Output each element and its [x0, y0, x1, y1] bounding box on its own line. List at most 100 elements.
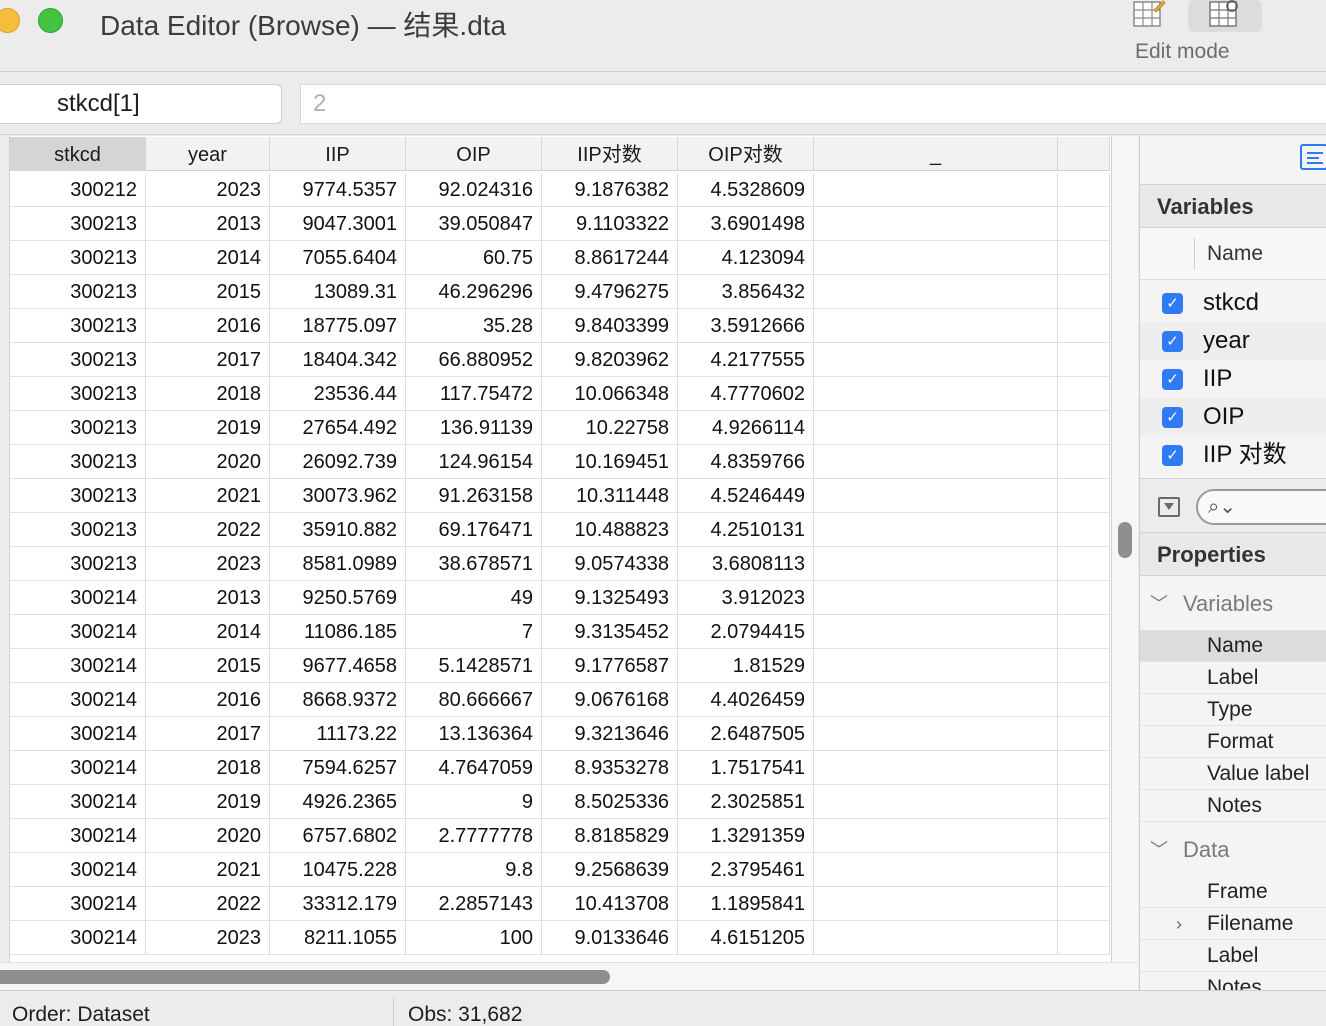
table-cell[interactable]: 9.3135452 — [542, 615, 678, 649]
table-cell[interactable] — [1058, 411, 1110, 445]
table-cell[interactable]: 18404.342 — [270, 343, 406, 377]
table-cell[interactable]: 49 — [406, 581, 542, 615]
table-row[interactable]: 300213 2020 26092.739 124.96154 10.169451 4.8… — [10, 445, 1110, 479]
variable-row[interactable]: ✓ IIP 对数 — [1140, 436, 1326, 474]
table-cell[interactable]: 300213 — [10, 479, 146, 513]
table-cell[interactable]: 300214 — [10, 921, 146, 955]
table-cell[interactable]: 38.678571 — [406, 547, 542, 581]
table-cell[interactable] — [1058, 615, 1110, 649]
table-row[interactable]: 300213 2023 8581.0989 38.678571 9.0574338 3.6… — [10, 547, 1110, 581]
table-cell[interactable] — [814, 377, 1058, 411]
table-cell[interactable] — [814, 343, 1058, 377]
table-cell[interactable] — [1058, 309, 1110, 343]
table-cell[interactable]: 3.856432 — [678, 275, 814, 309]
table-row[interactable]: 300214 2021 10475.228 9.8 9.2568639 2.3795461 — [10, 853, 1110, 887]
table-cell[interactable]: 300214 — [10, 717, 146, 751]
table-row[interactable]: 300213 2019 27654.492 136.91139 10.22758 4.92… — [10, 411, 1110, 445]
table-cell[interactable]: 7055.6404 — [270, 241, 406, 275]
table-cell[interactable]: 35.28 — [406, 309, 542, 343]
table-cell[interactable]: 4.5246449 — [678, 479, 814, 513]
table-cell[interactable]: 2013 — [146, 581, 270, 615]
table-cell[interactable]: 2.3025851 — [678, 785, 814, 819]
variable-visible-checkbox[interactable]: ✓ — [1162, 445, 1183, 466]
table-cell[interactable]: 60.75 — [406, 241, 542, 275]
table-cell[interactable]: 91.263158 — [406, 479, 542, 513]
table-cell[interactable]: 300213 — [10, 411, 146, 445]
table-cell[interactable]: 2019 — [146, 785, 270, 819]
column-header-empty[interactable] — [1058, 137, 1110, 171]
table-cell[interactable]: 300214 — [10, 683, 146, 717]
table-cell[interactable] — [814, 173, 1058, 207]
table-cell[interactable]: 8581.0989 — [270, 547, 406, 581]
table-cell[interactable]: 9.3213646 — [542, 717, 678, 751]
table-cell[interactable]: 69.176471 — [406, 513, 542, 547]
table-cell[interactable] — [1058, 377, 1110, 411]
table-cell[interactable]: 9250.5769 — [270, 581, 406, 615]
table-cell[interactable] — [1058, 717, 1110, 751]
variable-row[interactable]: ✓ IIP — [1140, 360, 1326, 398]
table-cell[interactable]: 10.413708 — [542, 887, 678, 921]
table-cell[interactable]: 7 — [406, 615, 542, 649]
table-cell[interactable]: 1.81529 — [678, 649, 814, 683]
column-header-oip[interactable]: OIP — [406, 137, 542, 171]
table-cell[interactable]: 4926.2365 — [270, 785, 406, 819]
table-cell[interactable]: 9774.5357 — [270, 173, 406, 207]
property-item[interactable]: Format — [1140, 726, 1326, 758]
table-cell[interactable]: 9.1876382 — [542, 173, 678, 207]
table-cell[interactable]: 9.1103322 — [542, 207, 678, 241]
table-cell[interactable]: 4.7647059 — [406, 751, 542, 785]
table-cell[interactable]: 8.9353278 — [542, 751, 678, 785]
table-cell[interactable]: 300213 — [10, 377, 146, 411]
table-cell[interactable]: 2017 — [146, 343, 270, 377]
table-cell[interactable]: 300214 — [10, 785, 146, 819]
filter-icon[interactable] — [1158, 497, 1180, 517]
table-cell[interactable] — [1058, 785, 1110, 819]
table-cell[interactable]: 2018 — [146, 751, 270, 785]
minimize-button[interactable] — [0, 8, 20, 33]
table-cell[interactable] — [814, 479, 1058, 513]
table-cell[interactable] — [814, 921, 1058, 955]
column-header-year[interactable]: year — [146, 137, 270, 171]
table-cell[interactable]: 9 — [406, 785, 542, 819]
table-cell[interactable]: 300214 — [10, 615, 146, 649]
table-cell[interactable] — [814, 275, 1058, 309]
table-cell[interactable]: 46.296296 — [406, 275, 542, 309]
table-cell[interactable]: 2.6487505 — [678, 717, 814, 751]
table-cell[interactable]: 27654.492 — [270, 411, 406, 445]
table-cell[interactable] — [1058, 207, 1110, 241]
table-row[interactable]: 300213 2016 18775.097 35.28 9.8403399 3.59126… — [10, 309, 1110, 343]
table-cell[interactable]: 80.666667 — [406, 683, 542, 717]
table-row[interactable]: 300214 2017 11173.22 13.136364 9.3213646 2.64… — [10, 717, 1110, 751]
table-cell[interactable]: 9.8203962 — [542, 343, 678, 377]
table-cell[interactable] — [814, 819, 1058, 853]
table-cell[interactable]: 1.3291359 — [678, 819, 814, 853]
table-cell[interactable]: 33312.179 — [270, 887, 406, 921]
table-cell[interactable]: 2014 — [146, 241, 270, 275]
table-cell[interactable] — [1058, 513, 1110, 547]
table-cell[interactable]: 300214 — [10, 853, 146, 887]
table-cell[interactable]: 300213 — [10, 445, 146, 479]
table-cell[interactable]: 11086.185 — [270, 615, 406, 649]
table-cell[interactable]: 1.7517541 — [678, 751, 814, 785]
table-cell[interactable]: 8668.9372 — [270, 683, 406, 717]
table-cell[interactable] — [1058, 275, 1110, 309]
table-cell[interactable]: 9.0676168 — [542, 683, 678, 717]
table-cell[interactable]: 300213 — [10, 207, 146, 241]
table-cell[interactable]: 4.2510131 — [678, 513, 814, 547]
table-cell[interactable] — [814, 445, 1058, 479]
table-row[interactable]: 300214 2020 6757.6802 2.7777778 8.8185829 1.3… — [10, 819, 1110, 853]
table-row[interactable]: 300213 2014 7055.6404 60.75 8.8617244 4.12309… — [10, 241, 1110, 275]
table-cell[interactable]: 2016 — [146, 683, 270, 717]
table-cell[interactable] — [814, 241, 1058, 275]
column-header-oip-log[interactable]: OIP对数 — [678, 137, 814, 171]
edit-mode-button[interactable] — [1132, 0, 1166, 32]
vertical-scroll-thumb[interactable] — [1118, 522, 1132, 558]
table-cell[interactable]: 11173.22 — [270, 717, 406, 751]
variable-visible-checkbox[interactable]: ✓ — [1162, 369, 1183, 390]
table-cell[interactable]: 300213 — [10, 547, 146, 581]
table-row[interactable]: 300214 2019 4926.2365 9 8.5025336 2.3025851 — [10, 785, 1110, 819]
table-row[interactable]: 300213 2018 23536.44 117.75472 10.066348 4.77… — [10, 377, 1110, 411]
property-item[interactable]: Value label — [1140, 758, 1326, 790]
table-cell[interactable] — [814, 785, 1058, 819]
table-cell[interactable]: 4.9266114 — [678, 411, 814, 445]
